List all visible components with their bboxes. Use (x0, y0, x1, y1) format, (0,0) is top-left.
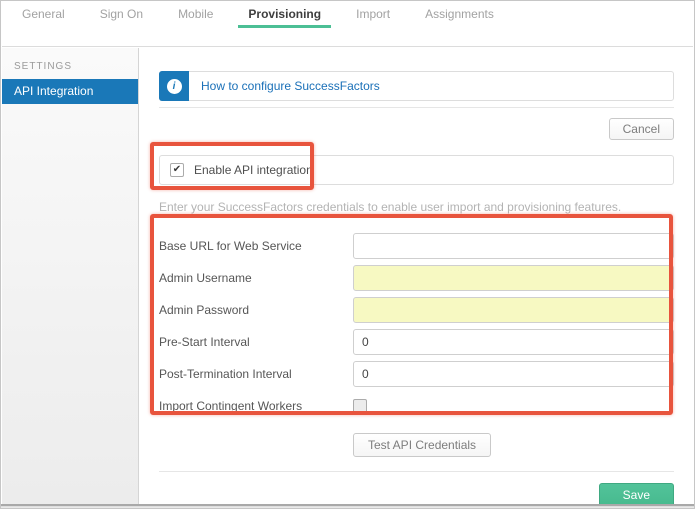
import-contingent-workers-checkbox[interactable] (353, 399, 367, 413)
admin-password-label: Admin Password (159, 303, 353, 317)
form-row-admin-username: Admin Username (159, 265, 674, 291)
configure-help-link[interactable]: How to configure SuccessFactors (189, 72, 380, 100)
main-content: i How to configure SuccessFactors Cancel… (139, 48, 693, 504)
admin-username-label: Admin Username (159, 271, 353, 285)
form-row-base-url: Base URL for Web Service (159, 233, 674, 259)
form-row-pre-start-interval: Pre-Start Interval (159, 329, 674, 355)
credentials-description: Enter your SuccessFactors credentials to… (159, 200, 674, 214)
form-row-import-contingent-workers: Import Contingent Workers (159, 399, 674, 413)
help-banner: i How to configure SuccessFactors (159, 71, 674, 101)
credentials-form: Base URL for Web Service Admin Username … (159, 233, 674, 413)
app-window: General Sign On Mobile Provisioning Impo… (0, 0, 695, 509)
cancel-button[interactable]: Cancel (609, 118, 674, 140)
import-contingent-workers-label: Import Contingent Workers (159, 399, 353, 413)
enable-api-label: Enable API integration (194, 163, 313, 177)
pre-start-interval-label: Pre-Start Interval (159, 335, 353, 349)
info-icon: i (167, 79, 182, 94)
tab-import[interactable]: Import (346, 1, 400, 28)
window-bottom-edge (1, 504, 694, 508)
tab-sign-on[interactable]: Sign On (90, 1, 153, 28)
banner-icon-block: i (159, 71, 189, 101)
test-api-credentials-button[interactable]: Test API Credentials (353, 433, 491, 457)
post-termination-interval-input[interactable] (353, 361, 674, 387)
cancel-row: Cancel (159, 118, 674, 139)
tab-assignments[interactable]: Assignments (415, 1, 504, 28)
admin-username-input[interactable] (353, 265, 674, 291)
base-url-label: Base URL for Web Service (159, 239, 353, 253)
section-divider (159, 107, 674, 108)
tab-bar: General Sign On Mobile Provisioning Impo… (2, 1, 693, 47)
enable-api-checkbox[interactable]: ✔ (170, 163, 184, 177)
tab-general[interactable]: General (12, 1, 75, 28)
base-url-input[interactable] (353, 233, 674, 259)
pre-start-interval-input[interactable] (353, 329, 674, 355)
footer-divider (159, 471, 674, 472)
settings-sidebar: SETTINGS API Integration (2, 48, 139, 504)
save-row: Save (159, 483, 674, 504)
enable-api-box: ✔ Enable API integration (159, 155, 674, 185)
form-row-post-termination-interval: Post-Termination Interval (159, 361, 674, 387)
save-button[interactable]: Save (599, 483, 674, 504)
admin-password-input[interactable] (353, 297, 674, 323)
sidebar-item-api-integration[interactable]: API Integration (2, 79, 138, 104)
tab-mobile[interactable]: Mobile (168, 1, 223, 28)
sidebar-heading: SETTINGS (14, 61, 138, 72)
tab-provisioning[interactable]: Provisioning (238, 1, 331, 28)
form-row-admin-password: Admin Password (159, 297, 674, 323)
post-termination-interval-label: Post-Termination Interval (159, 367, 353, 381)
